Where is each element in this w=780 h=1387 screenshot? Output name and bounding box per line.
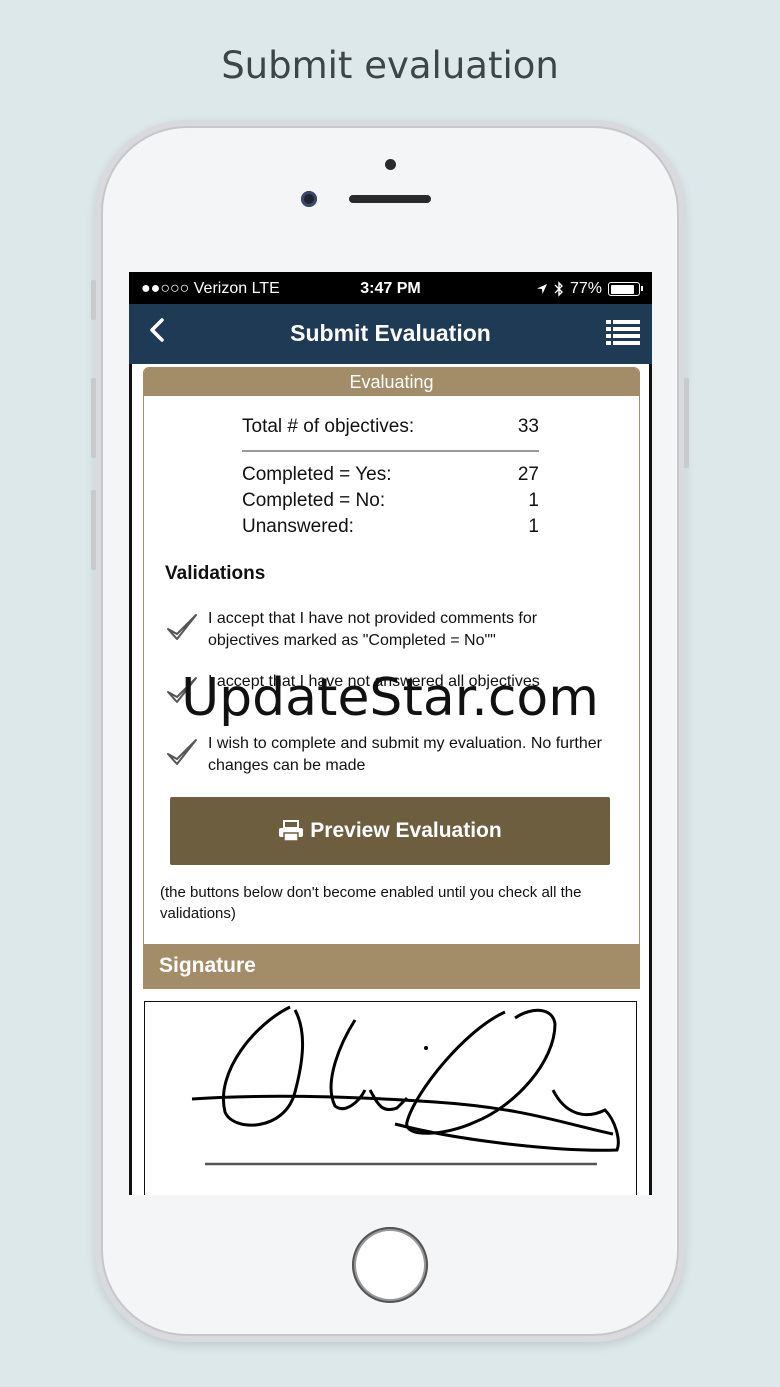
stat-row-yes: Completed = Yes: 27: [242, 464, 539, 490]
validation-note: (the buttons below don't become enabled …: [160, 884, 582, 922]
battery-icon: [608, 282, 643, 296]
stat-label: Unanswered:: [242, 516, 354, 537]
proximity-sensor: [385, 159, 396, 170]
stat-label: Total # of objectives:: [242, 416, 415, 437]
stat-label: Completed = No:: [242, 490, 386, 511]
stat-value: 1: [528, 490, 539, 511]
signature-header: Signature: [144, 944, 639, 988]
mute-switch: [91, 280, 96, 320]
objective-stats: Total # of objectives: 33 Completed = Ye…: [242, 416, 539, 542]
checkmark-icon[interactable]: [165, 610, 199, 644]
validations-title: Validations: [165, 563, 266, 584]
bluetooth-icon: [554, 281, 563, 297]
location-icon: [536, 284, 547, 294]
printer-icon: [279, 820, 304, 842]
home-button: [352, 1227, 428, 1303]
list-icon[interactable]: [606, 318, 640, 350]
nav-title: Submit Evaluation: [290, 320, 491, 346]
stat-value: 33: [517, 416, 539, 437]
validation-text: I wish to complete and submit my evaluat…: [208, 735, 602, 774]
stat-row-total: Total # of objectives: 33: [242, 416, 539, 442]
earpiece-speaker: [349, 195, 431, 203]
stat-row-no: Completed = No: 1: [242, 490, 539, 516]
power-button: [684, 378, 689, 468]
stat-label: Completed = Yes:: [242, 464, 392, 485]
battery-percent: 77%: [569, 280, 602, 297]
status-right: 77%: [536, 280, 643, 298]
volume-up-button: [91, 378, 96, 458]
page-caption: Submit evaluation: [221, 44, 559, 87]
volume-down-button: [91, 490, 96, 570]
validation-text: I accept that I have not provided commen…: [208, 610, 538, 649]
watermark: UpdateStar.com: [181, 668, 599, 728]
screen-content: Evaluating Total # of objectives: 33 Com…: [132, 364, 649, 1195]
checkmark-icon[interactable]: [165, 735, 199, 769]
stat-value: 27: [517, 464, 539, 485]
validation-item[interactable]: I accept that I have not provided commen…: [165, 608, 605, 652]
signature-pad[interactable]: [144, 1001, 637, 1195]
phone-screen: ●●○○○ Verizon LTE 3:47 PM 77% Submit Eva…: [129, 272, 652, 1195]
status-bar: ●●○○○ Verizon LTE 3:47 PM 77%: [129, 272, 652, 304]
stats-divider: [242, 450, 539, 452]
validation-item[interactable]: I wish to complete and submit my evaluat…: [165, 733, 605, 777]
stat-row-unanswered: Unanswered: 1: [242, 516, 539, 542]
signature-drawing: [191, 1005, 620, 1166]
nav-bar: Submit Evaluation: [129, 304, 652, 364]
stat-value: 1: [528, 516, 539, 537]
preview-evaluation-button[interactable]: Preview Evaluation: [170, 797, 610, 865]
preview-button-label: Preview Evaluation: [310, 819, 502, 842]
front-camera: [301, 191, 317, 207]
evaluating-header: Evaluating: [144, 368, 639, 396]
